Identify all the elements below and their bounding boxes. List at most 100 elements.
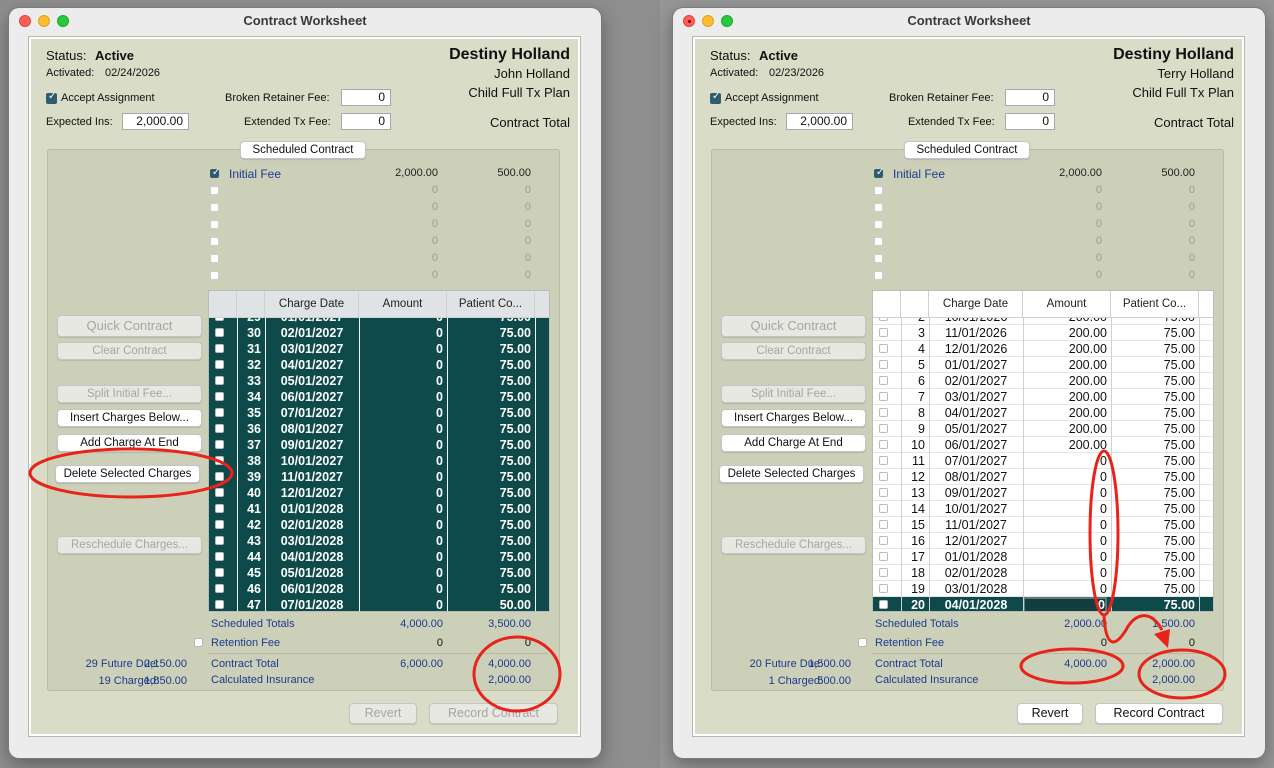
table-row[interactable]: 34 06/01/2027 0 75.00 xyxy=(209,389,549,405)
table-row[interactable]: 45 05/01/2028 0 75.00 xyxy=(209,565,549,581)
row-checkbox[interactable] xyxy=(215,568,224,577)
row-amount[interactable]: 0 xyxy=(359,453,443,469)
row-checkbox[interactable] xyxy=(879,520,888,529)
charge-date-header[interactable]: Charge Date xyxy=(265,291,359,318)
table-row[interactable]: 30 02/01/2027 0 75.00 xyxy=(209,325,549,341)
zoom-window-button[interactable] xyxy=(721,15,733,27)
fee-checkbox[interactable] xyxy=(874,203,883,212)
record-contract-button[interactable]: Record Contract xyxy=(1095,703,1223,724)
row-checkbox[interactable] xyxy=(215,536,224,545)
row-amount[interactable]: 0 xyxy=(1023,501,1107,517)
reschedule-charges-button[interactable]: Reschedule Charges... xyxy=(721,536,866,554)
row-checkbox[interactable] xyxy=(879,456,888,465)
row-checkbox[interactable] xyxy=(879,424,888,433)
table-row[interactable]: 13 09/01/2027 0 75.00 xyxy=(873,485,1213,501)
row-checkbox[interactable] xyxy=(879,504,888,513)
row-amount[interactable]: 0 xyxy=(1023,485,1107,501)
table-row[interactable]: 11 07/01/2027 0 75.00 xyxy=(873,453,1213,469)
row-checkbox[interactable] xyxy=(215,600,224,609)
row-patient-amount[interactable]: 75.00 xyxy=(447,325,531,341)
row-checkbox[interactable] xyxy=(879,568,888,577)
row-amount[interactable]: 200.00 xyxy=(1023,437,1107,453)
row-amount[interactable]: 0 xyxy=(359,341,443,357)
close-window-button[interactable] xyxy=(683,15,695,27)
fee-checkbox[interactable] xyxy=(210,271,219,280)
row-checkbox[interactable] xyxy=(215,360,224,369)
table-row[interactable]: 9 05/01/2027 200.00 75.00 xyxy=(873,421,1213,437)
row-patient-amount[interactable]: 75.00 xyxy=(447,357,531,373)
row-patient-amount[interactable]: 75.00 xyxy=(447,469,531,485)
row-amount[interactable]: 200.00 xyxy=(1023,405,1107,421)
row-patient-amount[interactable]: 75.00 xyxy=(447,581,531,597)
scheduled-contract-button[interactable]: Scheduled Contract xyxy=(904,141,1030,159)
row-patient-amount[interactable]: 75.00 xyxy=(1111,565,1195,581)
table-row[interactable]: 42 02/01/2028 0 75.00 xyxy=(209,517,549,533)
fee-checkbox[interactable] xyxy=(210,237,219,246)
row-amount[interactable]: 0 xyxy=(359,389,443,405)
table-row[interactable]: 19 03/01/2028 0 75.00 xyxy=(873,581,1213,597)
row-patient-amount[interactable]: 75.00 xyxy=(1111,405,1195,421)
row-patient-amount[interactable]: 75.00 xyxy=(1111,341,1195,357)
split-initial-fee-button[interactable]: Split Initial Fee... xyxy=(721,385,866,403)
table-row[interactable]: 12 08/01/2027 0 75.00 xyxy=(873,469,1213,485)
row-checkbox[interactable] xyxy=(215,376,224,385)
extended-tx-field[interactable]: 0 xyxy=(1005,113,1055,130)
table-row[interactable]: 5 01/01/2027 200.00 75.00 xyxy=(873,357,1213,373)
amount-header[interactable]: Amount xyxy=(1023,291,1111,318)
row-checkbox[interactable] xyxy=(215,328,224,337)
row-amount[interactable]: 0 xyxy=(359,421,443,437)
insert-charges-below-button[interactable]: Insert Charges Below... xyxy=(57,409,202,427)
broken-retainer-field[interactable]: 0 xyxy=(341,89,391,106)
split-initial-fee-button[interactable]: Split Initial Fee... xyxy=(57,385,202,403)
row-checkbox[interactable] xyxy=(879,360,888,369)
row-checkbox[interactable] xyxy=(215,344,224,353)
row-checkbox[interactable] xyxy=(879,472,888,481)
row-checkbox[interactable] xyxy=(879,552,888,561)
row-patient-amount[interactable]: 75.00 xyxy=(1111,517,1195,533)
table-row[interactable]: 35 07/01/2027 0 75.00 xyxy=(209,405,549,421)
row-checkbox[interactable] xyxy=(879,600,888,609)
row-checkbox[interactable] xyxy=(879,488,888,497)
row-amount[interactable]: 0 xyxy=(359,549,443,565)
row-checkbox[interactable] xyxy=(879,328,888,337)
row-checkbox[interactable] xyxy=(879,344,888,353)
delete-selected-charges-button[interactable]: Delete Selected Charges xyxy=(55,465,200,483)
zoom-window-button[interactable] xyxy=(57,15,69,27)
quick-contract-button[interactable]: Quick Contract xyxy=(57,315,202,337)
row-amount[interactable]: 0 xyxy=(359,501,443,517)
fee-checkbox[interactable] xyxy=(874,220,883,229)
table-row[interactable]: 6 02/01/2027 200.00 75.00 xyxy=(873,373,1213,389)
row-checkbox[interactable] xyxy=(215,408,224,417)
row-amount[interactable]: 0 xyxy=(359,597,443,611)
table-row[interactable]: 37 09/01/2027 0 75.00 xyxy=(209,437,549,453)
row-checkbox[interactable] xyxy=(215,472,224,481)
fee-checkbox[interactable] xyxy=(874,186,883,195)
row-amount[interactable]: 200.00 xyxy=(1023,341,1107,357)
minimize-window-button[interactable] xyxy=(702,15,714,27)
delete-selected-charges-button[interactable]: Delete Selected Charges xyxy=(719,465,864,483)
expected-ins-field[interactable]: 2,000.00 xyxy=(786,113,853,130)
patient-column-header[interactable]: Patient Co... xyxy=(447,291,535,318)
row-amount[interactable]: 0 xyxy=(359,485,443,501)
row-amount[interactable]: 0 xyxy=(359,469,443,485)
revert-button[interactable]: Revert xyxy=(349,703,417,724)
row-checkbox[interactable] xyxy=(215,456,224,465)
table-row[interactable]: 36 08/01/2027 0 75.00 xyxy=(209,421,549,437)
row-patient-amount[interactable]: 75.00 xyxy=(1111,453,1195,469)
row-amount[interactable]: 0 xyxy=(1023,549,1107,565)
fee-checkbox[interactable] xyxy=(874,237,883,246)
row-checkbox[interactable] xyxy=(215,520,224,529)
retention-fee-checkbox[interactable] xyxy=(858,638,867,647)
row-patient-amount[interactable]: 75.00 xyxy=(447,549,531,565)
reschedule-charges-button[interactable]: Reschedule Charges... xyxy=(57,536,202,554)
row-amount[interactable]: 200.00 xyxy=(1023,325,1107,341)
table-row[interactable]: 46 06/01/2028 0 75.00 xyxy=(209,581,549,597)
insert-charges-below-button[interactable]: Insert Charges Below... xyxy=(721,409,866,427)
row-amount[interactable]: 200.00 xyxy=(1023,357,1107,373)
table-row[interactable]: 14 10/01/2027 0 75.00 xyxy=(873,501,1213,517)
row-patient-amount[interactable]: 75.00 xyxy=(447,501,531,517)
table-row[interactable]: 43 03/01/2028 0 75.00 xyxy=(209,533,549,549)
charge-date-header[interactable]: Charge Date xyxy=(929,291,1023,318)
table-row[interactable]: 3 11/01/2026 200.00 75.00 xyxy=(873,325,1213,341)
fee-checkbox[interactable] xyxy=(210,203,219,212)
